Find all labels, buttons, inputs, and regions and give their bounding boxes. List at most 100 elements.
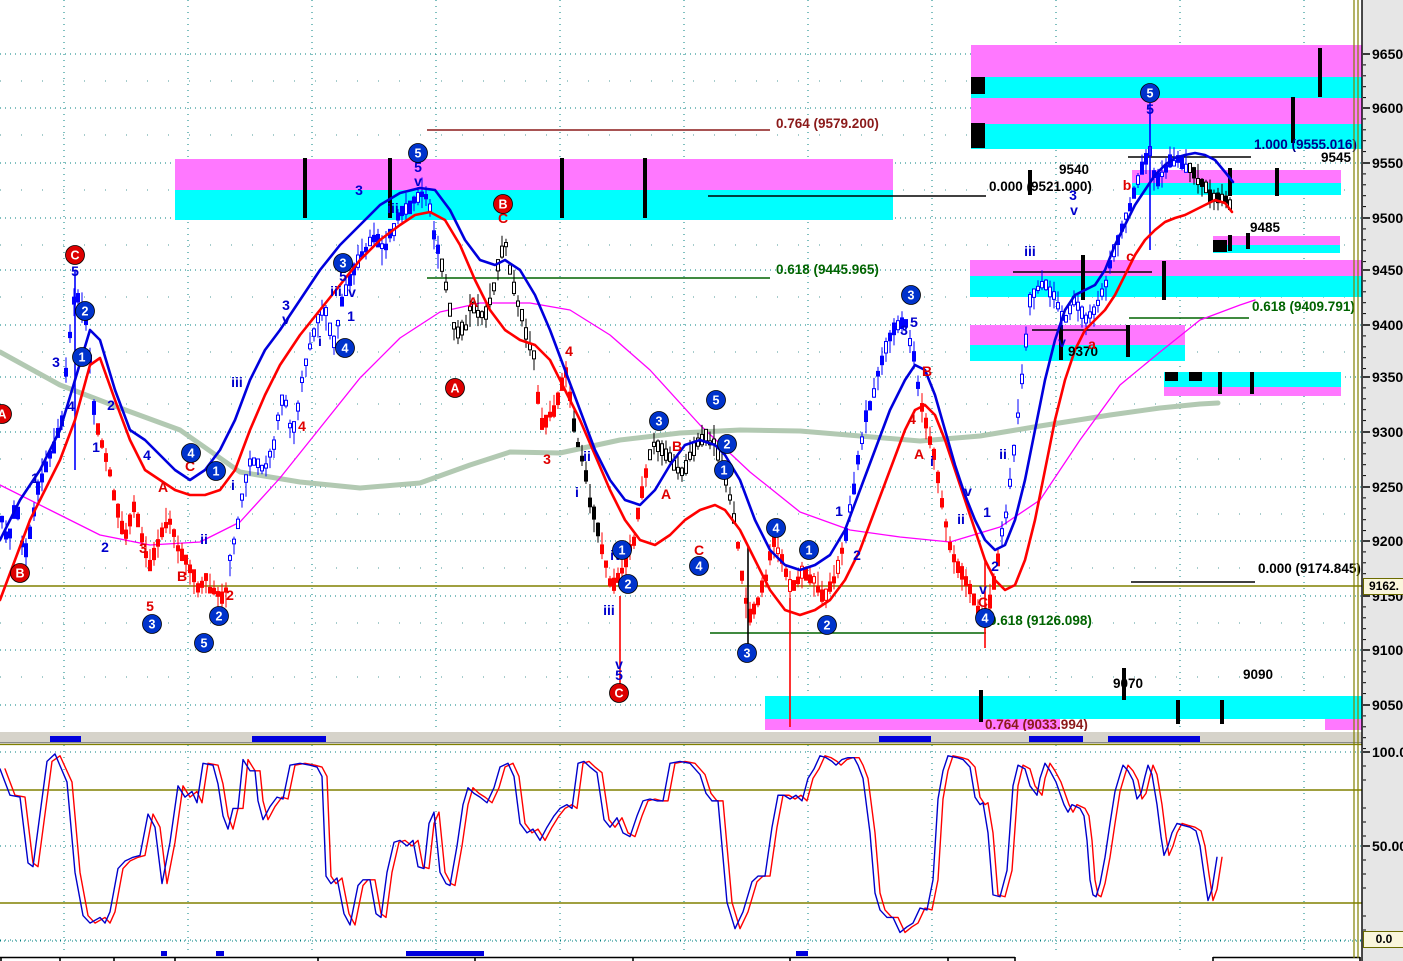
trading-chart-window: 0.764 (9579.200) 0.618 (9445.965) 0.000 (9… bbox=[0, 0, 1403, 961]
svg-text:0.618 (9409.791): 0.618 (9409.791) bbox=[1252, 299, 1355, 314]
svg-text:4: 4 bbox=[298, 418, 306, 434]
svg-text:9090: 9090 bbox=[1243, 667, 1273, 682]
svg-text:9300: 9300 bbox=[1372, 424, 1403, 440]
svg-text:B: B bbox=[177, 568, 187, 584]
svg-text:4: 4 bbox=[188, 447, 195, 461]
current-price-box: 9162. bbox=[1363, 578, 1403, 595]
svg-text:B: B bbox=[498, 198, 507, 212]
svg-text:9650: 9650 bbox=[1372, 46, 1403, 62]
svg-text:5: 5 bbox=[71, 263, 79, 279]
svg-text:0.618 (9126.098): 0.618 (9126.098) bbox=[989, 613, 1092, 628]
svg-text:5: 5 bbox=[713, 394, 720, 408]
svg-text:c: c bbox=[1126, 248, 1134, 264]
svg-text:3: 3 bbox=[52, 354, 60, 370]
svg-text:v: v bbox=[282, 311, 290, 327]
svg-text:A: A bbox=[450, 382, 459, 396]
svg-text:i: i bbox=[575, 484, 579, 500]
svg-text:0.764 (9579.200): 0.764 (9579.200) bbox=[776, 116, 879, 131]
svg-text:2: 2 bbox=[853, 547, 861, 563]
bottom-signal-strip bbox=[0, 950, 1403, 961]
svg-text:ii: ii bbox=[583, 448, 591, 464]
svg-text:B: B bbox=[15, 567, 24, 581]
svg-text:5: 5 bbox=[201, 637, 208, 651]
svg-text:C: C bbox=[70, 249, 79, 263]
svg-text:9050: 9050 bbox=[1372, 697, 1403, 713]
svg-text:2: 2 bbox=[625, 578, 632, 592]
svg-text:2: 2 bbox=[724, 438, 731, 452]
svg-text:1: 1 bbox=[31, 470, 39, 486]
svg-text:1: 1 bbox=[835, 503, 843, 519]
svg-text:5: 5 bbox=[1146, 101, 1154, 117]
price-axis: 9650 9600 9550 9500 9450 9400 9350 9300 9250 9200… bbox=[1353, 0, 1403, 961]
svg-text:A: A bbox=[914, 446, 924, 462]
svg-text:iii: iii bbox=[231, 374, 243, 390]
svg-text:9400: 9400 bbox=[1372, 317, 1403, 333]
svg-text:3: 3 bbox=[1069, 187, 1077, 203]
svg-text:1: 1 bbox=[983, 504, 991, 520]
svg-text:4: 4 bbox=[982, 612, 989, 626]
svg-text:9200: 9200 bbox=[1372, 533, 1403, 549]
svg-text:a: a bbox=[1088, 336, 1096, 352]
svg-text:1: 1 bbox=[806, 544, 813, 558]
svg-text:3: 3 bbox=[744, 647, 751, 661]
svg-text:3: 3 bbox=[139, 540, 147, 556]
svg-text:iii: iii bbox=[330, 283, 342, 299]
svg-text:v: v bbox=[348, 284, 356, 300]
svg-text:1: 1 bbox=[347, 308, 355, 324]
svg-text:4: 4 bbox=[773, 522, 780, 536]
svg-text:9550: 9550 bbox=[1372, 155, 1403, 171]
svg-text:0.000 (9174.845): 0.000 (9174.845) bbox=[1258, 561, 1361, 576]
svg-text:9070: 9070 bbox=[1113, 676, 1143, 691]
svg-text:iii: iii bbox=[603, 602, 615, 618]
svg-text:9545: 9545 bbox=[1321, 150, 1352, 165]
svg-text:v: v bbox=[414, 173, 422, 189]
svg-text:i: i bbox=[318, 333, 322, 349]
svg-text:iii: iii bbox=[1024, 243, 1036, 259]
svg-text:3: 3 bbox=[149, 618, 156, 632]
svg-text:9500: 9500 bbox=[1372, 210, 1403, 226]
svg-text:ii: ii bbox=[200, 531, 208, 547]
svg-text:v: v bbox=[1070, 202, 1078, 218]
svg-text:4: 4 bbox=[565, 343, 573, 359]
svg-text:5: 5 bbox=[1147, 87, 1154, 101]
svg-text:9250: 9250 bbox=[1372, 479, 1403, 495]
svg-text:5: 5 bbox=[415, 147, 422, 161]
svg-text:2: 2 bbox=[226, 587, 234, 603]
svg-text:A: A bbox=[468, 294, 478, 310]
svg-text:4: 4 bbox=[908, 411, 916, 427]
svg-text:9100: 9100 bbox=[1372, 642, 1403, 658]
svg-text:50.00: 50.00 bbox=[1372, 838, 1403, 854]
svg-text:4: 4 bbox=[143, 447, 151, 463]
svg-text:9485: 9485 bbox=[1250, 220, 1281, 235]
svg-text:3: 3 bbox=[656, 415, 663, 429]
svg-text:5: 5 bbox=[615, 667, 623, 683]
svg-text:i: i bbox=[930, 453, 934, 469]
svg-text:0.764 (9033.994): 0.764 (9033.994) bbox=[985, 717, 1088, 732]
svg-text:3: 3 bbox=[543, 451, 551, 467]
svg-text:3: 3 bbox=[908, 289, 915, 303]
svg-text:100.0: 100.0 bbox=[1372, 744, 1403, 760]
svg-text:i: i bbox=[231, 477, 235, 493]
svg-text:B: B bbox=[672, 438, 682, 454]
svg-text:1: 1 bbox=[92, 439, 100, 455]
svg-text:1: 1 bbox=[619, 544, 626, 558]
svg-text:5: 5 bbox=[910, 314, 918, 330]
svg-text:b: b bbox=[1123, 177, 1132, 193]
svg-text:iii: iii bbox=[387, 200, 399, 216]
svg-text:3: 3 bbox=[355, 182, 363, 198]
svg-text:0.618 (9445.965): 0.618 (9445.965) bbox=[776, 262, 879, 277]
svg-text:1: 1 bbox=[213, 465, 220, 479]
svg-text:A: A bbox=[0, 408, 7, 422]
svg-text:C: C bbox=[978, 594, 988, 610]
svg-text:4: 4 bbox=[696, 560, 703, 574]
svg-text:A: A bbox=[158, 479, 168, 495]
svg-text:2: 2 bbox=[216, 610, 223, 624]
oscillator-current-value-box: 0.0 bbox=[1363, 931, 1403, 948]
svg-text:2: 2 bbox=[824, 619, 831, 633]
svg-text:1: 1 bbox=[721, 464, 728, 478]
chart-canvas[interactable]: 0.764 (9579.200) 0.618 (9445.965) 0.000 (9… bbox=[0, 0, 1403, 961]
svg-text:2: 2 bbox=[107, 397, 115, 413]
svg-text:4: 4 bbox=[67, 398, 75, 414]
svg-text:9350: 9350 bbox=[1372, 369, 1403, 385]
svg-text:1: 1 bbox=[79, 351, 86, 365]
